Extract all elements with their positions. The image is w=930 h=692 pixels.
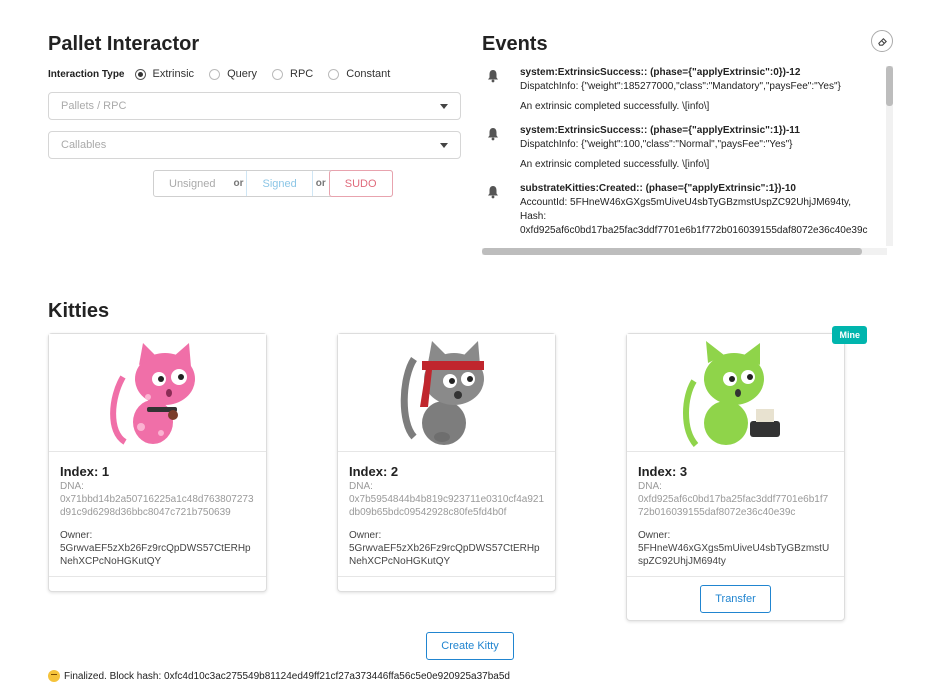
kitty-card: Index: 2 DNA: 0x7b5954844b4b819c923711e0…	[337, 333, 556, 592]
event-item: system:ExtrinsicSuccess:: (phase={"apply…	[482, 66, 887, 114]
owner-label: Owner:	[349, 530, 382, 541]
bell-icon	[488, 128, 498, 141]
events-feed[interactable]: system:ExtrinsicSuccess:: (phase={"apply…	[482, 66, 887, 246]
event-message: An extrinsic completed successfully. \[i…	[520, 159, 710, 170]
dna-label: DNA:	[349, 481, 373, 492]
bell-icon	[488, 70, 498, 83]
signed-button[interactable]: Signed	[246, 171, 313, 196]
pallets-dropdown[interactable]: Pallets / RPC	[48, 92, 461, 120]
mine-badge: Mine	[832, 326, 867, 344]
kitty-dna: 0xfd925af6c0bd17ba25fac3ddf7701e6b1f772b…	[638, 494, 829, 518]
interaction-type-group: Interaction Type Extrinsic Query RPC Con…	[48, 68, 405, 80]
block-status-text: Finalized. Block hash: 0xfc4d10c3ac27554…	[64, 670, 510, 682]
events-horizontal-scroll-thumb[interactable]	[482, 248, 862, 255]
kitty-image	[49, 334, 266, 452]
event-title: system:ExtrinsicSuccess:: (phase={"apply…	[520, 67, 801, 78]
kitty-owner: 5FHneW46xGXgs5mUiveU4sbTyGBzmstUspZC92Uh…	[638, 543, 830, 567]
radio-rpc[interactable]: RPC	[272, 68, 313, 80]
kitty-index: Index: 1	[60, 464, 110, 479]
event-detail: 0xfd925af6c0bd17ba25fac3ddf7701e6b1f772b…	[520, 225, 868, 236]
event-message: An extrinsic completed successfully. \[i…	[520, 101, 710, 112]
or-divider: or	[233, 178, 244, 189]
dna-label: DNA:	[638, 481, 662, 492]
kitty-card-extra: Transfer	[627, 576, 844, 620]
interaction-type-label: Interaction Type	[48, 68, 125, 80]
kitty-card-extra	[49, 576, 266, 591]
or-divider: or	[315, 178, 326, 189]
kitty-dna: 0x7b5954844b4b819c923711e0310cf4a921db09…	[349, 494, 545, 518]
events-vertical-scroll-thumb[interactable]	[886, 66, 893, 106]
caret-down-icon	[440, 142, 448, 148]
sudo-button[interactable]: SUDO	[328, 170, 393, 197]
kitty-image	[338, 334, 555, 452]
pallet-interactor-title: Pallet Interactor	[48, 33, 200, 55]
transfer-button[interactable]: Transfer	[700, 584, 771, 613]
radio-label: Query	[227, 68, 258, 80]
kitty-content: Index: 2 DNA: 0x7b5954844b4b819c923711e0…	[338, 452, 555, 576]
event-detail: AccountId: 5FHneW46xGXgs5mUiveU4sbTyGBzm…	[520, 197, 852, 208]
radio-unchecked-icon	[328, 68, 340, 80]
smile-emoji-icon	[48, 670, 60, 682]
event-detail: DispatchInfo: {"weight":185277000,"class…	[520, 81, 841, 92]
kitty-owner: 5GrwvaEF5zXb26Fz9rcQpDWS57CtERHpNehXCPcN…	[349, 543, 540, 567]
eraser-icon[interactable]	[871, 30, 893, 52]
create-kitty-button[interactable]: Create Kitty	[426, 632, 514, 660]
radio-label: RPC	[290, 68, 314, 80]
radio-label: Extrinsic	[152, 68, 195, 80]
event-detail: Hash:	[520, 211, 547, 222]
radio-unchecked-icon	[272, 68, 284, 80]
kitty-card-extra	[338, 576, 555, 591]
events-title: Events	[482, 33, 548, 55]
callables-dropdown[interactable]: Callables	[48, 131, 461, 159]
kitty-dna: 0x71bbd14b2a50716225a1c48d763807273d91c9…	[60, 494, 254, 518]
event-detail: DispatchInfo: {"weight":100,"class":"Nor…	[520, 139, 793, 150]
kitty-card: Mine Index: 3 DNA: 0xfd925af6c0bd17ba25f…	[626, 326, 867, 621]
radio-extrinsic[interactable]: Extrinsic	[134, 68, 195, 80]
submit-button-group: Unsigned or Signed or SUDO	[153, 170, 393, 197]
radio-unchecked-icon	[209, 68, 221, 80]
kitty-index: Index: 3	[638, 464, 688, 479]
block-status: Finalized. Block hash: 0xfc4d10c3ac27554…	[48, 670, 510, 682]
kitty-card: Index: 1 DNA: 0x71bbd14b2a50716225a1c48d…	[48, 333, 267, 592]
event-title: system:ExtrinsicSuccess:: (phase={"apply…	[520, 125, 800, 136]
radio-query[interactable]: Query	[209, 68, 257, 80]
pallets-placeholder: Pallets / RPC	[61, 100, 127, 112]
callables-placeholder: Callables	[61, 139, 107, 151]
kitty-content: Index: 1 DNA: 0x71bbd14b2a50716225a1c48d…	[49, 452, 266, 576]
owner-label: Owner:	[60, 530, 93, 541]
radio-checked-icon	[134, 68, 146, 80]
kitties-title: Kitties	[48, 300, 110, 322]
bell-icon	[488, 186, 498, 199]
caret-down-icon	[440, 103, 448, 109]
kitty-image	[627, 334, 844, 452]
radio-constant[interactable]: Constant	[328, 68, 390, 80]
event-item: substrateKitties:Created:: (phase={"appl…	[482, 182, 887, 238]
event-title: substrateKitties:Created:: (phase={"appl…	[520, 183, 796, 194]
owner-label: Owner:	[638, 530, 671, 541]
radio-label: Constant	[346, 68, 391, 80]
event-item: system:ExtrinsicSuccess:: (phase={"apply…	[482, 124, 887, 172]
kitty-content: Index: 3 DNA: 0xfd925af6c0bd17ba25fac3dd…	[627, 452, 844, 576]
dna-label: DNA:	[60, 481, 84, 492]
kitty-index: Index: 2	[349, 464, 399, 479]
unsigned-button[interactable]: Unsigned	[154, 171, 230, 196]
kitty-owner: 5GrwvaEF5zXb26Fz9rcQpDWS57CtERHpNehXCPcN…	[60, 543, 251, 567]
